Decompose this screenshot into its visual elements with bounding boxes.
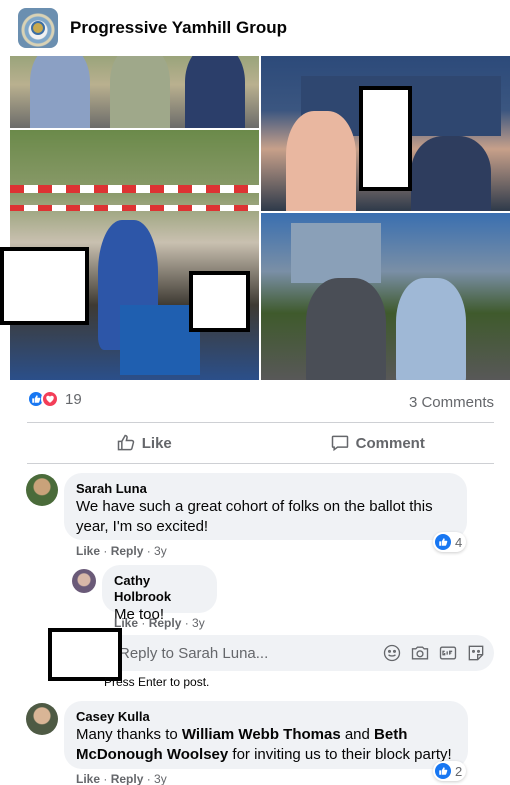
- like-reaction-icon: [435, 763, 451, 779]
- thumbs-up-icon: [117, 434, 134, 451]
- divider: [27, 422, 494, 423]
- like-button[interactable]: Like: [27, 425, 261, 461]
- comment-count-link[interactable]: 3 Comments: [409, 394, 494, 411]
- reaction-count: 19: [65, 390, 82, 408]
- redaction-box: [359, 86, 412, 191]
- comment-meta: Like · Reply · 3y: [76, 772, 167, 785]
- comment-author[interactable]: Sarah Luna: [76, 481, 455, 497]
- reply-hint: Press Enter to post.: [104, 675, 210, 689]
- comment-age[interactable]: 3y: [154, 544, 167, 558]
- gif-icon[interactable]: [438, 643, 458, 663]
- love-reaction-icon: [41, 390, 59, 408]
- comment-meta: Like · Reply · 3y: [76, 544, 167, 558]
- comment-text: We have such a great cohort of folks on …: [76, 498, 433, 535]
- avatar[interactable]: [72, 569, 96, 593]
- comment-like-link[interactable]: Like: [76, 772, 100, 785]
- comment-label: Comment: [355, 434, 425, 452]
- comment-reactions[interactable]: 4: [433, 532, 467, 552]
- comment-text: Many thanks to William Webb Thomas and B…: [76, 726, 452, 763]
- redaction-box: [189, 271, 250, 332]
- comment-reaction-count: 2: [455, 763, 463, 779]
- post-actions: Like Comment: [27, 425, 494, 461]
- divider: [27, 463, 494, 464]
- emoji-icon[interactable]: [382, 643, 402, 663]
- comment-author[interactable]: Casey Kulla: [76, 709, 456, 725]
- like-label: Like: [141, 434, 172, 452]
- comment-reactions[interactable]: 2: [433, 761, 467, 781]
- comment-button[interactable]: Comment: [261, 425, 495, 461]
- comment-author[interactable]: Cathy Holbrook: [114, 573, 205, 605]
- camera-icon[interactable]: [410, 643, 430, 663]
- reply-tools: [374, 643, 486, 663]
- comment-bubble: Casey Kulla Many thanks to William Webb …: [64, 701, 468, 769]
- comment-bubble: Sarah Luna We have such a great cohort o…: [64, 473, 467, 540]
- like-reaction-icon: [435, 534, 451, 550]
- comment-age[interactable]: 3y: [192, 616, 205, 630]
- avatar[interactable]: [26, 474, 58, 506]
- reply-placeholder: Reply to Sarah Luna...: [119, 644, 269, 662]
- comment-reply-link[interactable]: Reply: [111, 544, 144, 558]
- comment-reply-link[interactable]: Reply: [149, 616, 182, 630]
- comment-meta: Like · Reply · 3y: [114, 616, 205, 630]
- comment-age[interactable]: 3y: [154, 772, 167, 785]
- group-avatar[interactable]: [18, 8, 58, 48]
- post-photo-1[interactable]: [10, 56, 259, 128]
- comment-bubble: Cathy Holbrook Me too!: [102, 565, 217, 623]
- sticker-icon[interactable]: [466, 643, 486, 663]
- comment-icon: [331, 435, 348, 452]
- mention-link[interactable]: William Webb Thomas: [182, 726, 341, 743]
- avatar[interactable]: [26, 703, 58, 735]
- comment-reply-link[interactable]: Reply: [111, 772, 144, 785]
- comment-reaction-count: 4: [455, 534, 463, 550]
- reply-input[interactable]: Reply to Sarah Luna...: [103, 635, 494, 671]
- group-name[interactable]: Progressive Yamhill Group: [70, 18, 287, 38]
- post-header: Progressive Yamhill Group: [0, 0, 510, 56]
- redaction-box: [48, 628, 122, 681]
- reactions-summary[interactable]: 19: [27, 390, 82, 408]
- comment-like-link[interactable]: Like: [76, 544, 100, 558]
- post-photo-4[interactable]: [261, 213, 510, 380]
- photo-collage: [0, 56, 510, 380]
- redaction-box: [0, 247, 89, 325]
